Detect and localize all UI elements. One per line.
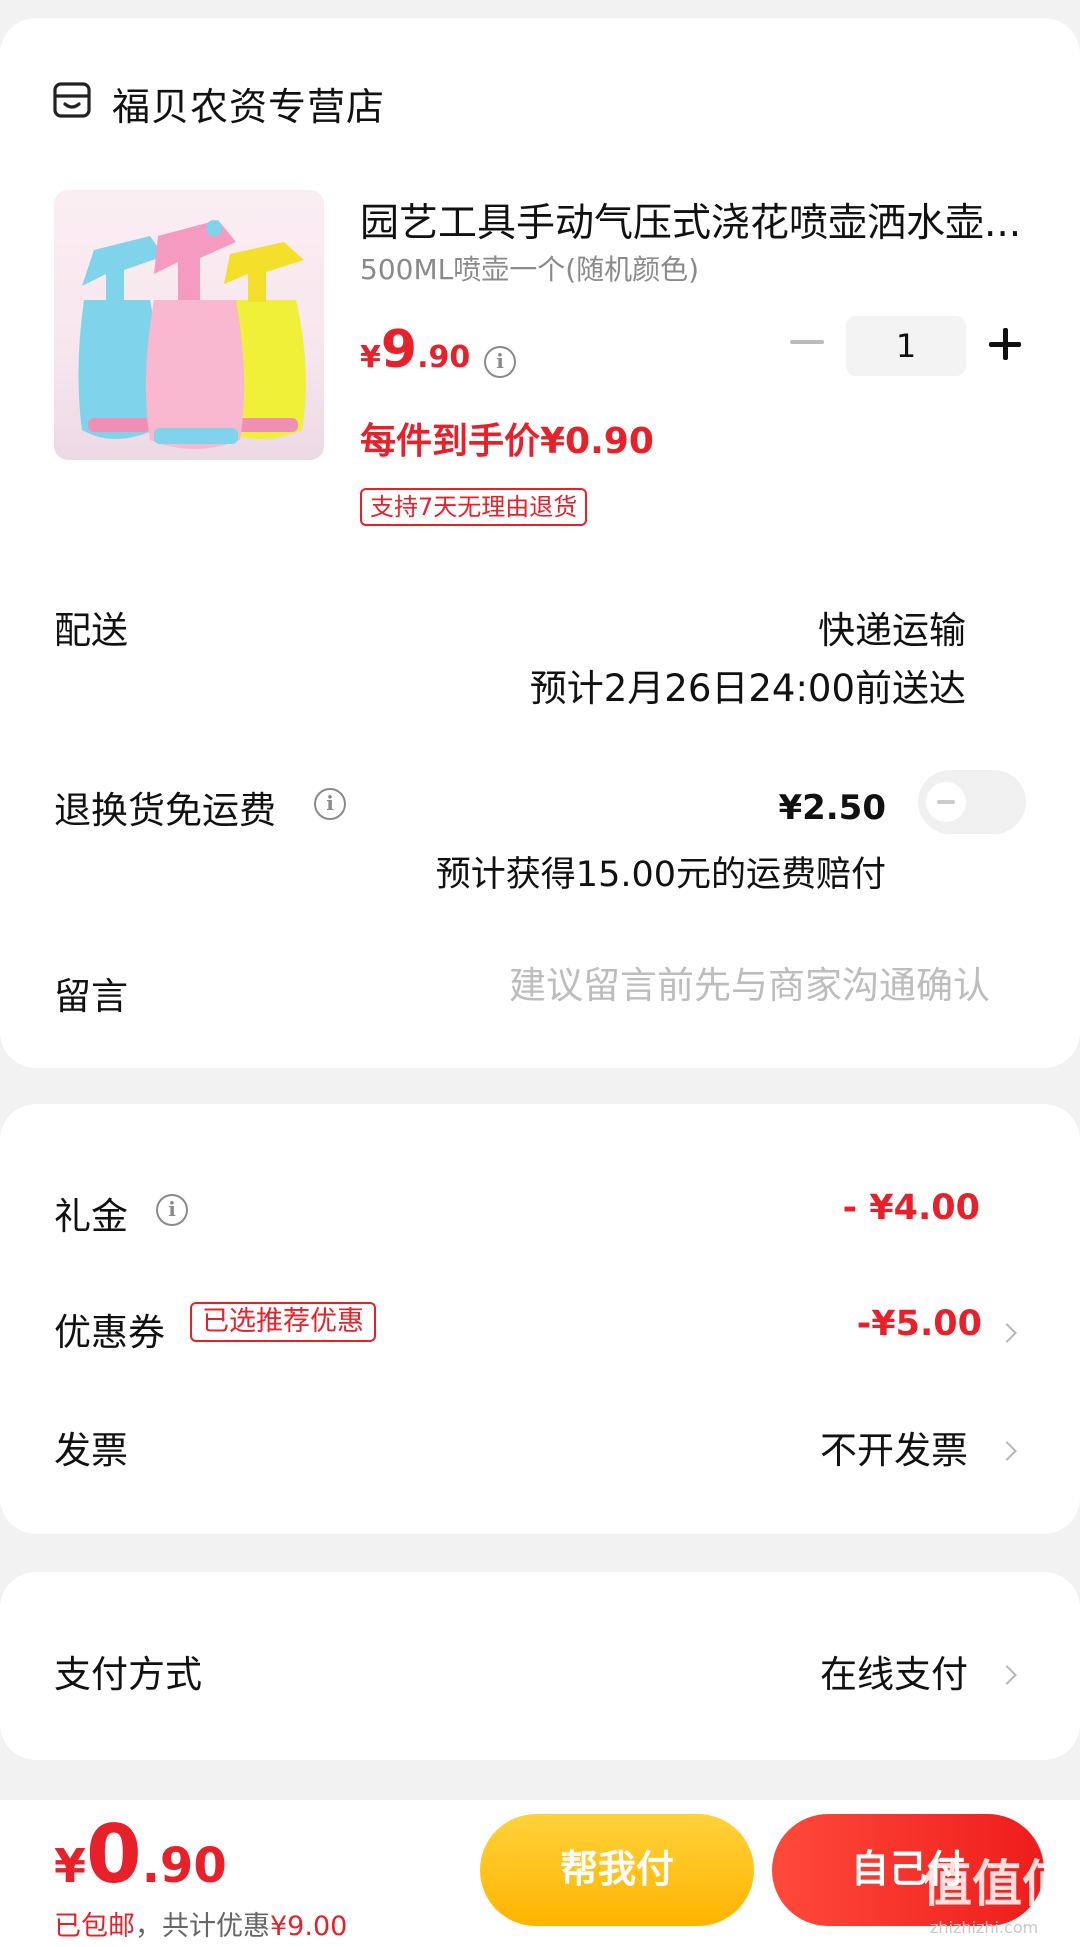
freight-insurance-toggle[interactable] [918,770,1026,834]
info-icon[interactable]: i [484,346,516,378]
coupon-label[interactable]: 优惠券 [54,1302,165,1356]
chevron-right-icon[interactable] [997,1665,1017,1685]
payment-method-card[interactable]: 支付方式 在线支付 [0,1572,1080,1760]
delivery-eta: 预计2月26日24:00前送达 [529,667,966,710]
chevron-right-icon[interactable] [997,1323,1017,1343]
product-image[interactable] [54,190,324,460]
invoice-value[interactable]: 不开发票 [820,1420,968,1474]
decrease-quantity-button[interactable] [790,340,824,344]
free-shipping-text: 已包邮 [54,1911,135,1942]
increase-quantity-button[interactable] [985,324,1025,364]
spray-bottle-image [78,220,306,449]
total-integer: 0 [86,1808,142,1901]
message-input[interactable] [430,964,990,1007]
discounts-card: 礼金 i - ¥4.00 优惠券 已选推荐优惠 -¥5.00 发票 不开发票 [0,1104,1080,1534]
gift-money-label: 礼金 [54,1195,128,1238]
payment-method-label: 支付方式 [54,1653,202,1696]
freight-compensation-note: 预计获得15.00元的运费赔付 [435,855,886,895]
watermark-logo: 值值值 [922,1855,1072,1913]
quantity-value[interactable]: 1 [846,316,966,376]
total-price: ¥0.90 [54,1808,227,1901]
total-currency: ¥ [54,1839,87,1893]
coupon-value[interactable]: -¥5.00 [857,1304,982,1344]
total-note: 已包邮，共计优惠¥9.00 [54,1904,347,1943]
order-item-card: 福贝农资专营店 园艺工具手动气压式浇花喷壶洒水壶... 500ML喷壶一个(随机… [0,18,1080,1068]
freight-insurance-price: ¥2.50 [778,788,886,828]
info-icon[interactable]: i [314,788,346,820]
freight-insurance-label: 退换货免运费 [54,789,276,832]
info-icon[interactable]: i [156,1194,188,1226]
price-currency: ¥ [360,340,381,375]
return-policy-badge: 支持7天无理由退货 [360,488,588,526]
discount-total: ¥9.00 [270,1911,348,1942]
message-label: 留言 [54,975,128,1018]
product-spec: 500ML喷壶一个(随机颜色) [360,253,700,286]
help-me-pay-button[interactable]: 帮我付 [480,1814,754,1926]
invoice-label[interactable]: 发票 [54,1420,128,1474]
discount-prefix: ，共计优惠 [135,1911,270,1942]
chevron-right-icon[interactable] [997,1441,1017,1461]
gift-money-value: - ¥4.00 [842,1188,980,1228]
toggle-knob [926,782,966,822]
coupon-recommended-badge: 已选推荐优惠 [190,1302,376,1342]
watermark-site: zhizhizhi.com [930,1918,1039,1937]
price-decimal: .90 [417,340,471,375]
checkout-bar: ¥0.90 已包邮，共计优惠¥9.00 帮我付 自己付 值值值 zhizhizh… [0,1800,1080,1947]
store-name[interactable]: 福贝农资专营店 [112,76,385,131]
total-decimal: .90 [141,1838,227,1894]
payment-method-value[interactable]: 在线支付 [820,1644,968,1698]
delivery-label: 配送 [54,609,128,652]
product-title[interactable]: 园艺工具手动气压式浇花喷壶洒水壶... [360,192,1030,248]
unit-price: 每件到手价¥0.90 [360,421,654,462]
store-icon [53,82,91,118]
price-integer: 9 [380,320,418,380]
product-price: ¥9.90 [360,320,470,380]
delivery-method: 快递运输 [818,609,966,652]
